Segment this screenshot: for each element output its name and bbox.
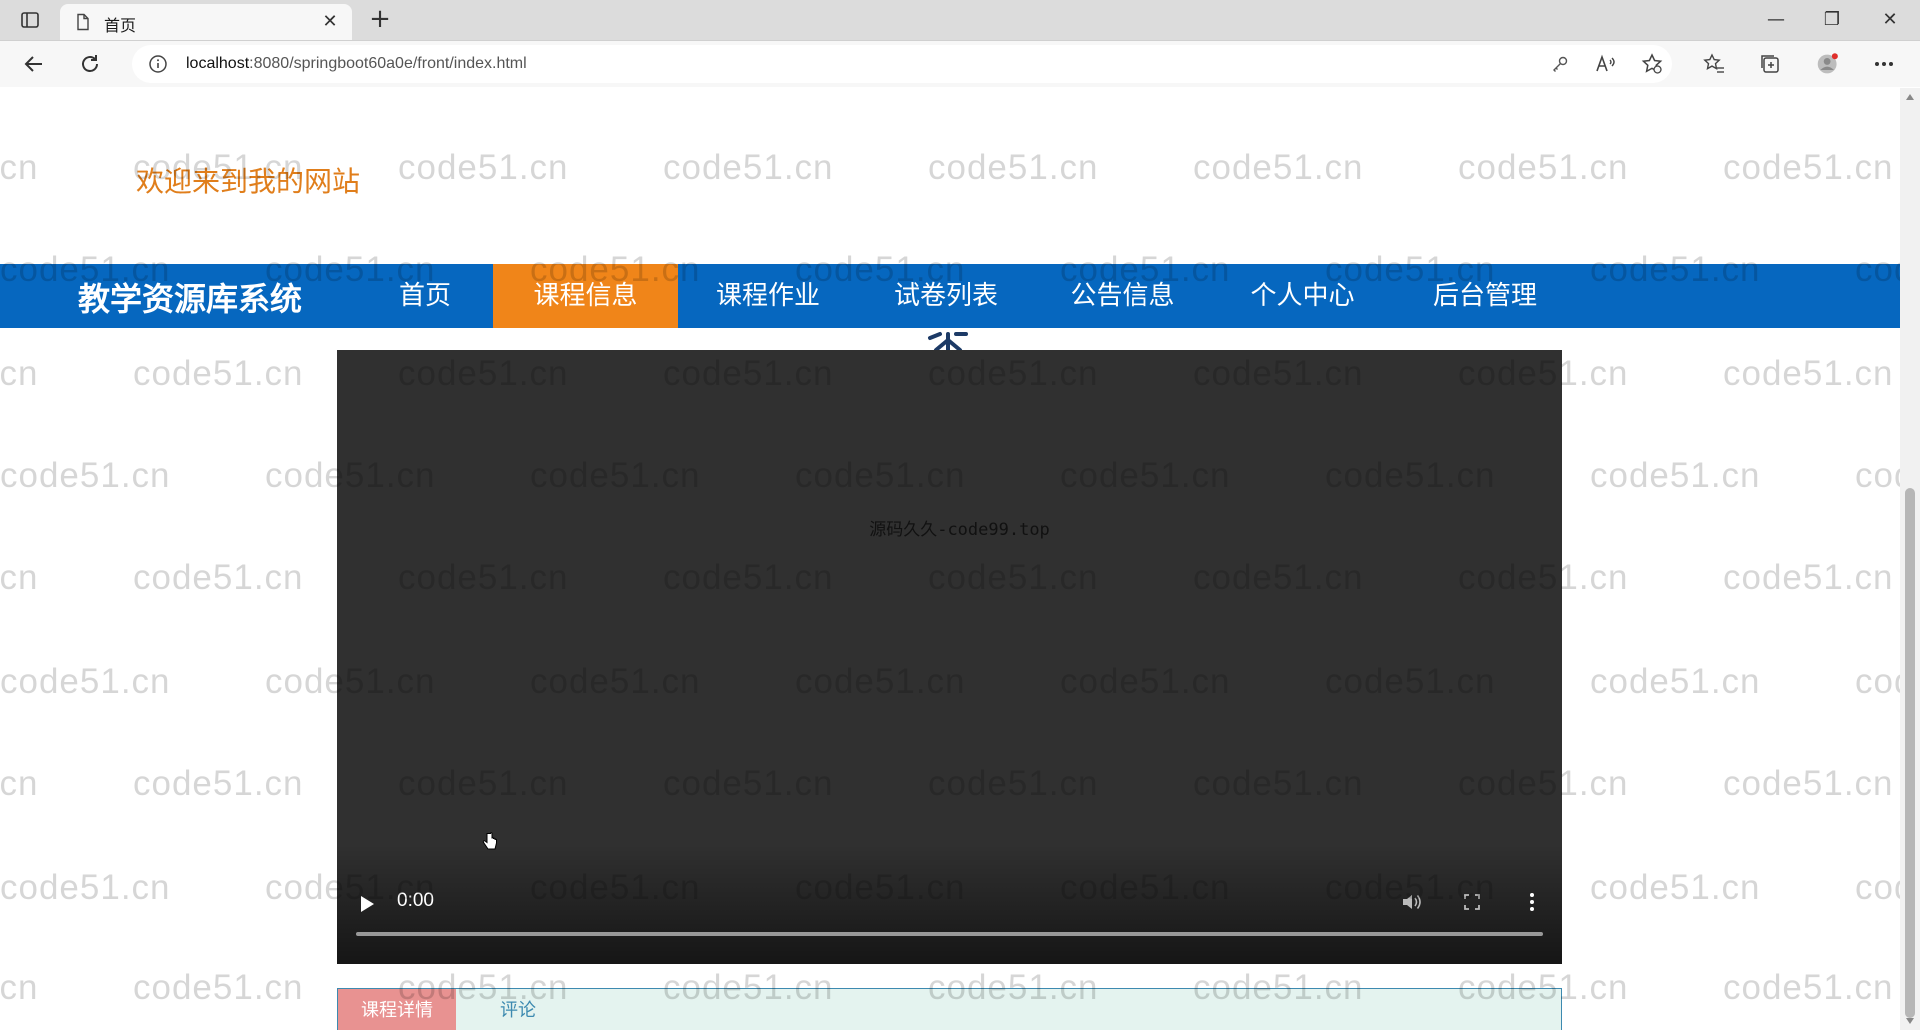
video-time: 0:00 — [397, 890, 434, 911]
watermark-text: code51.cn — [1855, 662, 1900, 701]
watermark-text: code51.cn — [1590, 662, 1761, 701]
watermark-text: code51.cn — [0, 764, 39, 803]
watermark-text: code51.cn — [1723, 968, 1894, 1007]
watermark-text: code51.cn — [0, 148, 39, 187]
watermark-text: code51.cn — [1855, 456, 1900, 495]
nav-course-info[interactable]: 课程信息 — [493, 264, 678, 328]
watermark-text: code51.cn — [0, 558, 39, 597]
url-field[interactable]: localhost:8080/springboot60a0e/front/ind… — [132, 45, 1672, 83]
welcome-text: 欢迎来到我的网站 — [136, 165, 361, 198]
scroll-up-arrow-icon[interactable] — [1906, 94, 1914, 100]
new-tab-button[interactable]: + — [368, 6, 392, 32]
more-menu-icon[interactable] — [1872, 52, 1896, 76]
watermark-text: code51.cn — [1855, 868, 1900, 907]
course-detail-tabs: 课程详情 评论 — [337, 988, 1562, 1030]
scrollbar-thumb[interactable] — [1905, 488, 1915, 1018]
refresh-icon[interactable] — [76, 50, 104, 78]
browser-tab-active[interactable]: 首页 ✕ — [60, 4, 352, 40]
play-icon[interactable] — [361, 896, 374, 912]
nav-home[interactable]: 首页 — [372, 264, 478, 328]
page-icon — [74, 13, 92, 31]
video-more-icon[interactable] — [1520, 890, 1544, 914]
watermark-text: code51.cn — [1723, 558, 1894, 597]
watermark-text: code51.cn — [928, 148, 1099, 187]
watermark-text: code51.cn — [398, 148, 569, 187]
nav-announcements[interactable]: 公告信息 — [1050, 264, 1195, 328]
back-arrow-icon[interactable] — [20, 50, 48, 78]
nav-course-homework[interactable]: 课程作业 — [693, 264, 843, 328]
watermark-text: code51.cn — [1723, 764, 1894, 803]
fullscreen-icon[interactable] — [1460, 890, 1484, 914]
watermark-text: code51.cn — [0, 354, 39, 393]
watermark-text: code51.cn — [1193, 148, 1364, 187]
watermark-text: code51.cn — [133, 764, 304, 803]
watermark-text: code51.cn — [1723, 354, 1894, 393]
page-scrollbar[interactable] — [1900, 88, 1920, 1030]
watermark-text: code51.cn — [0, 662, 171, 701]
volume-icon[interactable] — [1400, 890, 1424, 914]
tab-close-icon[interactable]: ✕ — [320, 12, 340, 32]
watermark-text: code51.cn — [1590, 868, 1761, 907]
watermark-text: code51.cn — [133, 968, 304, 1007]
tab-title: 首页 — [104, 18, 137, 35]
url-text: localhost:8080/springboot60a0e/front/ind… — [186, 55, 527, 72]
minimize-button[interactable]: — — [1758, 6, 1794, 34]
watermark-text: code51.cn — [133, 558, 304, 597]
main-navbar: 教学资源库系统 首页 课程信息 课程作业 试卷列表 公告信息 个人中心 后台管理 — [0, 264, 1900, 328]
read-aloud-icon[interactable] — [1594, 52, 1618, 76]
collections-icon[interactable] — [1758, 52, 1782, 76]
hand-cursor-icon — [482, 832, 498, 852]
site-brand: 教学资源库系统 — [78, 280, 303, 318]
video-progress-bar[interactable] — [356, 932, 1543, 936]
nav-personal-center[interactable]: 个人中心 — [1230, 264, 1375, 328]
page-viewport: 欢迎来到我的网站 教学资源库系统 首页 课程信息 课程作业 试卷列表 公告信息 … — [0, 88, 1900, 1030]
tab-course-detail[interactable]: 课程详情 — [338, 989, 456, 1030]
video-watermark-text: 源码久久-code99.top — [869, 520, 1050, 540]
watermark-text: code51.cn — [663, 148, 834, 187]
tab-comments[interactable]: 评论 — [478, 989, 558, 1030]
browser-tab-strip: 首页 ✕ + — ❐ ✕ — [0, 0, 1920, 41]
nav-admin[interactable]: 后台管理 — [1410, 264, 1560, 328]
watermark-text: code51.cn — [0, 456, 171, 495]
watermark-text: code51.cn — [1590, 456, 1761, 495]
address-bar-row: localhost:8080/springboot60a0e/front/ind… — [0, 41, 1920, 87]
nav-exam-list[interactable]: 试卷列表 — [876, 264, 1016, 328]
loading-spinner-icon — [924, 324, 972, 352]
key-icon[interactable] — [1548, 52, 1572, 76]
scroll-down-arrow-icon[interactable] — [1906, 1018, 1914, 1024]
add-favorite-icon[interactable] — [1640, 52, 1664, 76]
favorites-icon[interactable] — [1702, 52, 1726, 76]
video-player[interactable]: 源码久久-code99.top 0:00 — [337, 350, 1562, 964]
close-window-button[interactable]: ✕ — [1872, 6, 1908, 34]
watermark-text: code51.cn — [0, 868, 171, 907]
watermark-text: code51.cn — [0, 968, 39, 1007]
info-icon[interactable] — [148, 54, 168, 74]
video-controls-bar — [337, 844, 1562, 964]
watermark-text: code51.cn — [1723, 148, 1894, 187]
watermark-text: code51.cn — [1458, 148, 1629, 187]
profile-avatar-icon[interactable] — [1816, 52, 1840, 76]
watermark-text: code51.cn — [133, 354, 304, 393]
tab-actions-icon[interactable] — [18, 8, 42, 32]
restore-button[interactable]: ❐ — [1814, 6, 1850, 34]
